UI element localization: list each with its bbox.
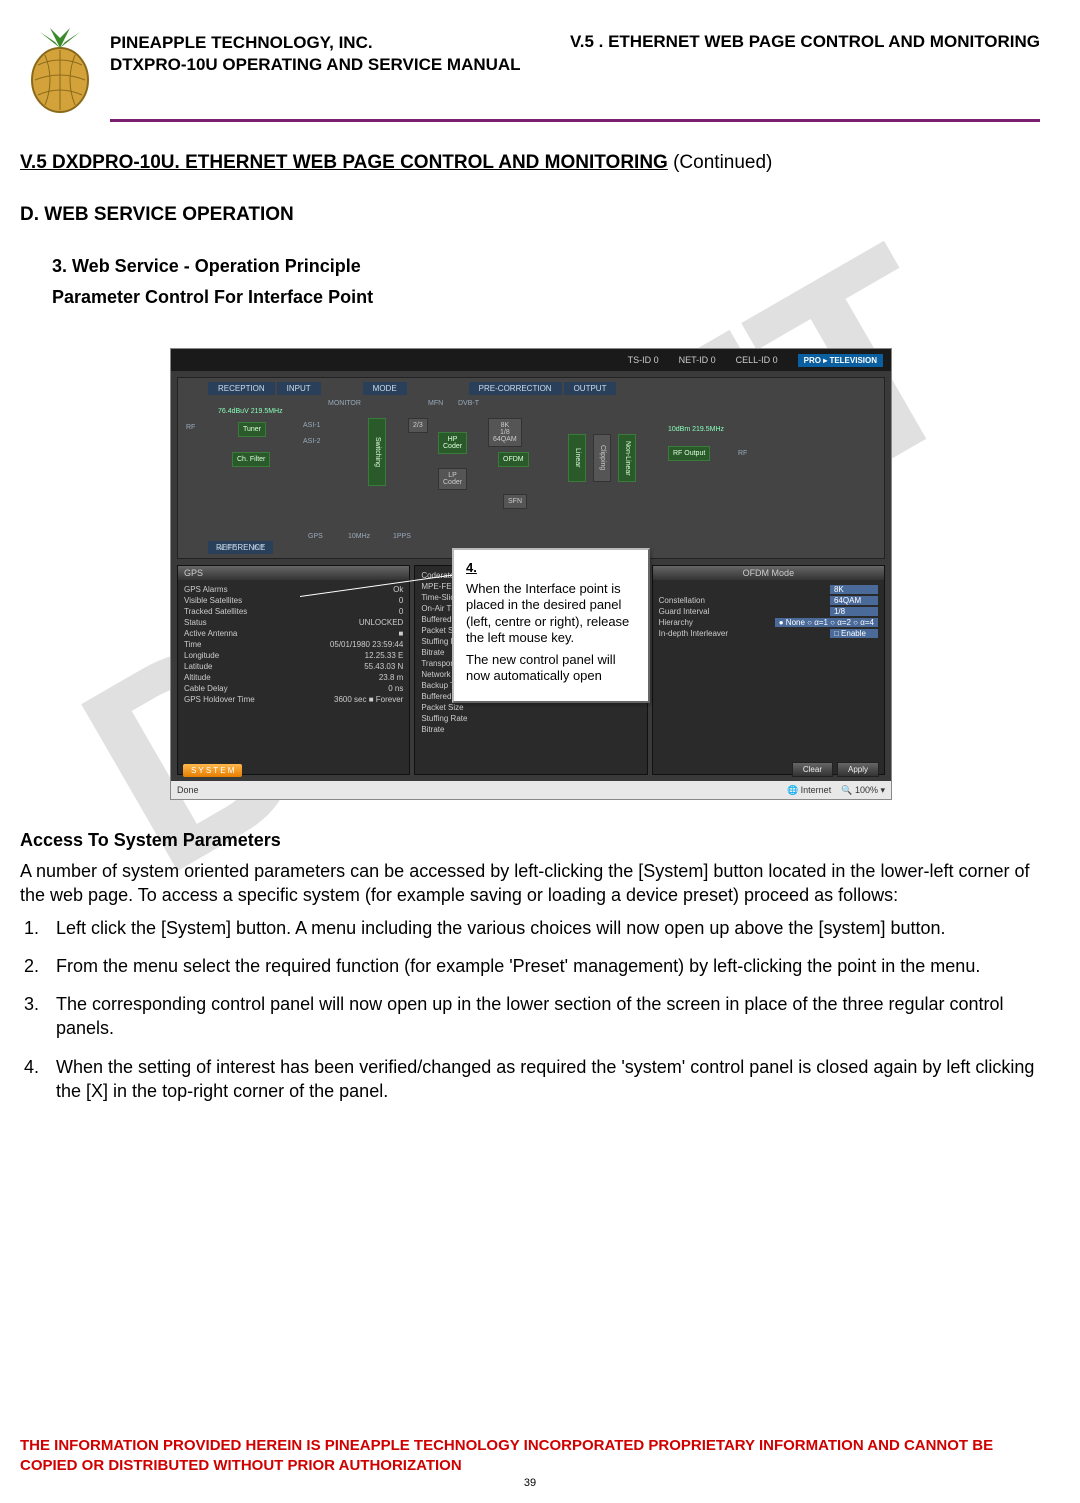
- ss-tab-output[interactable]: OUTPUT: [564, 382, 617, 395]
- page-number: 39: [20, 1477, 1040, 1489]
- table-row: Visible Satellites0: [182, 595, 405, 606]
- ss-ts-id: TS-ID 0: [628, 355, 659, 365]
- table-row: Bitrate: [419, 724, 642, 735]
- ss-gps-panel-title: GPS: [178, 566, 409, 580]
- table-row: Longitude12.25.33 E: [182, 650, 405, 661]
- ss-signal-diagram: RECEPTION INPUT MODE PRE-CORRECTION OUTP…: [177, 377, 885, 559]
- ss-switching-block[interactable]: Switching: [368, 418, 386, 486]
- ss-tab-input[interactable]: INPUT: [277, 382, 321, 395]
- table-row: Packet Size: [419, 702, 642, 713]
- ss-mfn: MFN: [428, 400, 443, 407]
- pineapple-logo-icon: [20, 20, 100, 115]
- table-row: Guard Interval1/8: [657, 606, 880, 617]
- page-header: PINEAPPLE TECHNOLOGY, INC. DTXPRO-10U OP…: [20, 20, 1040, 115]
- section-title: V.5 DXDPRO-10U. ETHERNET WEB PAGE CONTRO…: [20, 152, 668, 173]
- ss-linear-block[interactable]: Linear: [568, 434, 586, 482]
- ss-sfn-block: SFN: [503, 494, 527, 509]
- table-row: 8K: [657, 584, 880, 595]
- ss-8k-block: 8K 1/8 64QAM: [488, 418, 522, 447]
- ss-lp-block: LP Coder: [438, 468, 467, 490]
- step-1: Left click the [System] button. A menu i…: [44, 916, 1040, 940]
- ss-asi1: ASI-1: [303, 422, 321, 429]
- ss-chfilter-block[interactable]: Ch. Filter: [232, 452, 270, 467]
- ss-ofdm-block[interactable]: OFDM: [498, 452, 529, 467]
- ss-10mhz: 10MHz: [348, 533, 370, 540]
- table-row: Altitude23.8 m: [182, 672, 405, 683]
- ss-auto: AUTO: [218, 545, 237, 552]
- step-2: From the menu select the required functi…: [44, 954, 1040, 978]
- table-row: StatusUNLOCKED: [182, 617, 405, 628]
- ss-int: INT: [253, 545, 264, 552]
- step-4: When the setting of interest has been ve…: [44, 1055, 1040, 1104]
- callout-text-1: When the Interface point is placed in th…: [466, 581, 636, 646]
- table-row: Stuffing Rate: [419, 713, 642, 724]
- subheading-d: D. WEB SERVICE OPERATION: [20, 204, 1040, 226]
- ss-hp-block[interactable]: HP Coder: [438, 432, 467, 454]
- table-row: Constellation64QAM: [657, 595, 880, 606]
- ss-asi2: ASI-2: [303, 438, 321, 445]
- ss-clear-button[interactable]: Clear: [792, 762, 833, 777]
- table-row: Active Antenna■: [182, 628, 405, 639]
- table-row: Time05/01/1980 23:59:44: [182, 639, 405, 650]
- ss-topbar: TS-ID 0 NET-ID 0 CELL-ID 0 PRO ▸ TELEVIS…: [171, 349, 891, 371]
- ss-tab-precorrection[interactable]: PRE-CORRECTION: [469, 382, 562, 395]
- ss-apply-button[interactable]: Apply: [837, 762, 879, 777]
- ss-ofdm-panel: OFDM Mode 8KConstellation64QAMGuard Inte…: [652, 565, 885, 775]
- callout-box: 4. When the Interface point is placed in…: [452, 548, 650, 703]
- ss-monitor: MONITOR: [328, 400, 361, 407]
- table-row: Latitude55.43.03 N: [182, 661, 405, 672]
- table-row: GPS Holdover Time3600 sec ■ Forever: [182, 694, 405, 705]
- ss-tab-mode[interactable]: MODE: [363, 382, 407, 395]
- ss-cell-id: CELL-ID 0: [736, 355, 778, 365]
- ss-gps-panel: GPS GPS AlarmsOkVisible Satellites0Track…: [177, 565, 410, 775]
- ss-nonlinear-block[interactable]: Non-Linear: [618, 434, 636, 482]
- ss-sig2: 10dBm 219.5MHz: [668, 426, 724, 433]
- header-company: PINEAPPLE TECHNOLOGY, INC.: [110, 32, 521, 54]
- ss-23-block: 2/3: [408, 418, 428, 433]
- ss-clipping-block: Clipping: [593, 434, 611, 482]
- ss-brand-logo: PRO ▸ TELEVISION: [798, 354, 883, 367]
- step-3: The corresponding control panel will now…: [44, 992, 1040, 1041]
- table-row: Cable Delay0 ns: [182, 683, 405, 694]
- ss-ofdm-panel-title: OFDM Mode: [653, 566, 884, 580]
- subheading-param: Parameter Control For Interface Point: [52, 287, 1040, 308]
- ss-statusbar: Done 🌐 Internet 🔍 100% ▾: [171, 781, 891, 799]
- section-title-continued: (Continued): [668, 152, 773, 173]
- ss-rf2-label: RF: [738, 450, 747, 457]
- ss-gps: GPS: [308, 533, 323, 540]
- table-row: Hierarchy● None ○ α=1 ○ α=2 ○ α=4: [657, 617, 880, 628]
- steps-list: Left click the [System] button. A menu i…: [20, 916, 1040, 1104]
- ss-net-id: NET-ID 0: [679, 355, 716, 365]
- ss-system-button[interactable]: S Y S T E M: [183, 764, 242, 777]
- ss-sig1: 76.4dBuV 219.5MHz: [218, 408, 283, 415]
- header-manual: DTXPRO-10U OPERATING AND SERVICE MANUAL: [110, 54, 521, 76]
- embedded-screenshot: TS-ID 0 NET-ID 0 CELL-ID 0 PRO ▸ TELEVIS…: [170, 348, 890, 800]
- subheading-3: 3. Web Service - Operation Principle: [52, 256, 1040, 277]
- ss-tab-reception[interactable]: RECEPTION: [208, 382, 275, 395]
- ss-rf-label: RF: [186, 424, 195, 431]
- ss-status-done: Done: [177, 785, 199, 795]
- ss-rfout-block[interactable]: RF Output: [668, 446, 710, 461]
- ss-status-internet: 🌐 Internet: [787, 785, 831, 795]
- ss-tuner-block[interactable]: Tuner: [238, 422, 266, 437]
- heading-access: Access To System Parameters: [20, 830, 1040, 851]
- ss-1pps: 1PPS: [393, 533, 411, 540]
- header-section-ref: V.5 . ETHERNET WEB PAGE CONTROL AND MONI…: [570, 32, 1040, 76]
- callout-text-2: The new control panel will now automatic…: [466, 652, 636, 685]
- table-row: Tracked Satellites0: [182, 606, 405, 617]
- paragraph-intro: A number of system oriented parameters c…: [20, 859, 1040, 908]
- footer-proprietary: THE INFORMATION PROVIDED HEREIN IS PINEA…: [20, 1436, 1040, 1475]
- ss-status-zoom: 🔍 100% ▾: [841, 785, 885, 795]
- callout-number: 4.: [466, 560, 636, 575]
- table-row: In-depth Interleaver□ Enable: [657, 628, 880, 639]
- page-footer: THE INFORMATION PROVIDED HEREIN IS PINEA…: [20, 1436, 1040, 1489]
- ss-dvbt: DVB-T: [458, 400, 479, 407]
